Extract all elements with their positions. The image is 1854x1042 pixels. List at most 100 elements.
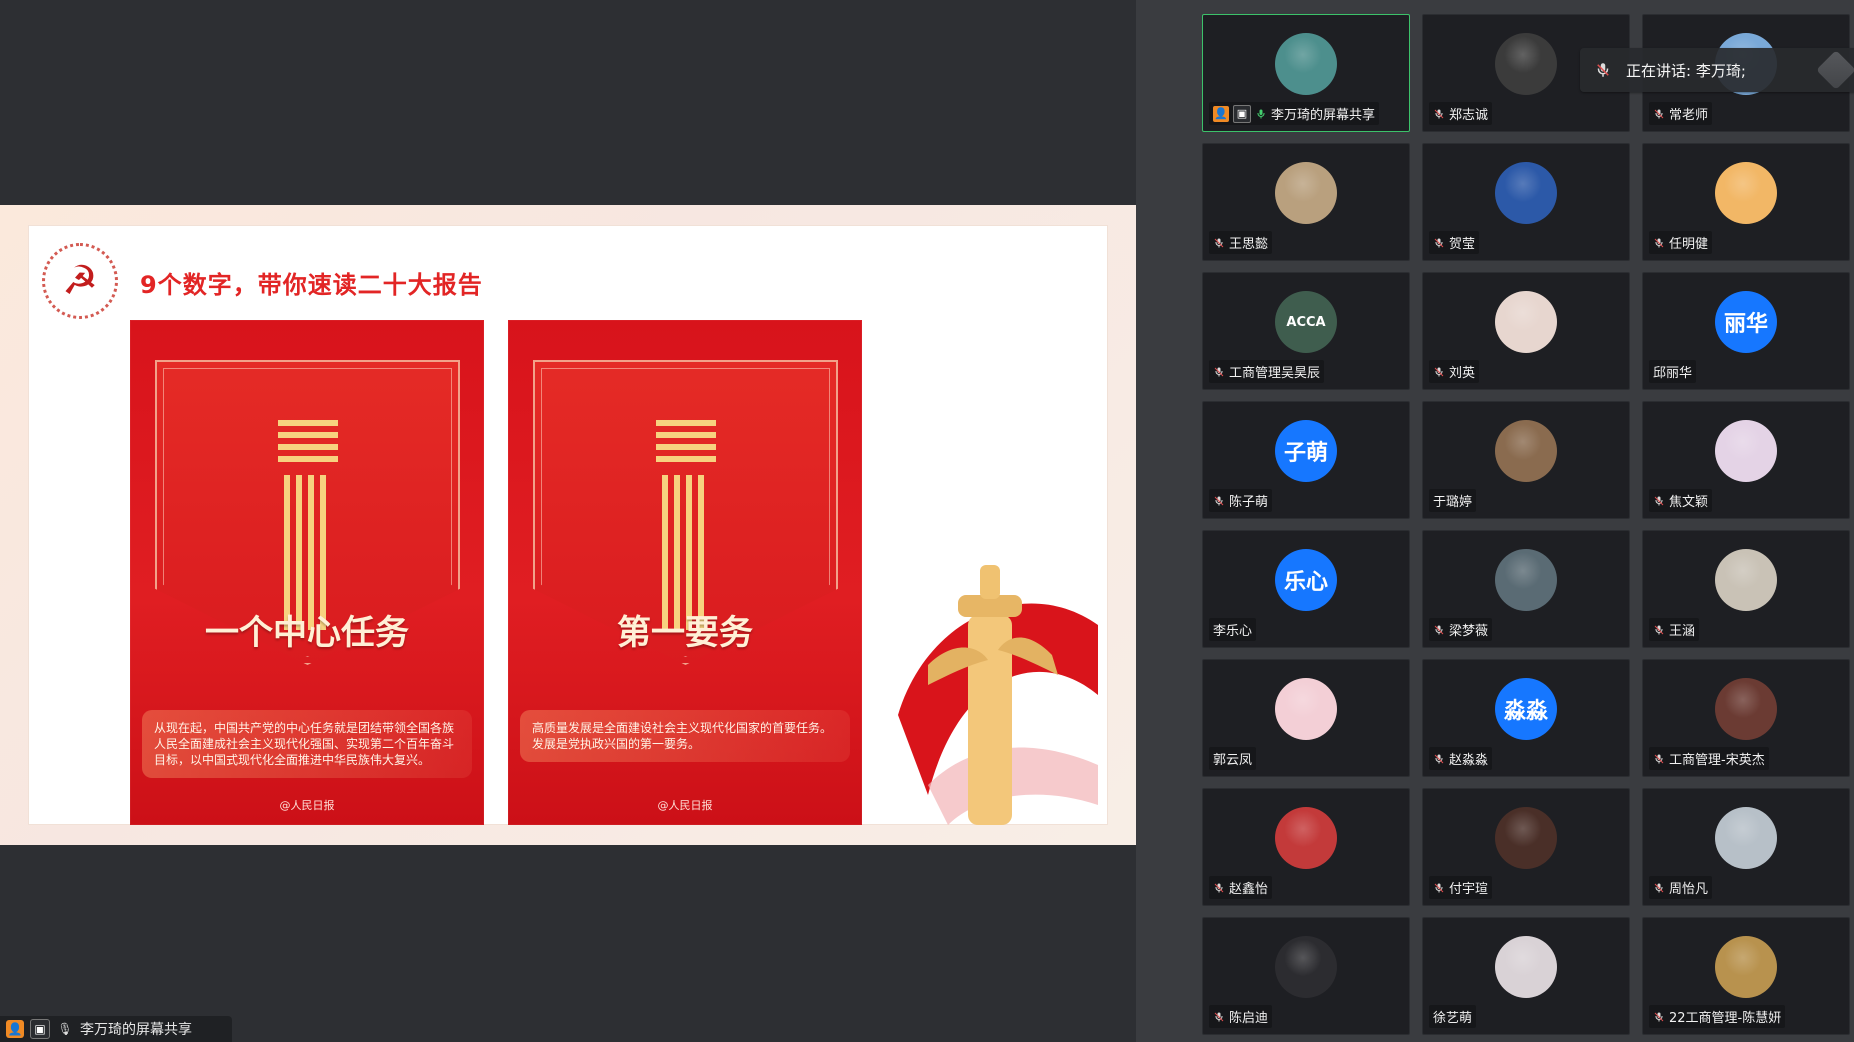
- participant-tile[interactable]: 焦文颖: [1642, 401, 1850, 519]
- poster-description: 高质量发展是全面建设社会主义现代化国家的首要任务。发展是党执政兴国的第一要务。: [520, 710, 850, 762]
- participant-name: 付宇瑄: [1449, 882, 1489, 897]
- participant-name: 郭云凤: [1213, 753, 1253, 768]
- microphone-muted-icon: [1433, 752, 1445, 766]
- participant-tile[interactable]: 陈启迪: [1202, 917, 1410, 1035]
- participant-name: 梁梦薇: [1449, 624, 1489, 639]
- shared-slide-frame: ☭ 9个数字，带你速读二十大报告 一个中心任务 从现在起，中国共产党的中心任务就…: [0, 205, 1136, 845]
- microphone-muted-icon: [1653, 494, 1665, 508]
- participant-name-bar: 陈子萌: [1209, 489, 1273, 512]
- poster-caption: 第一要务: [617, 613, 753, 653]
- speaking-indicator: 正在讲话: 李万琦;: [1580, 48, 1854, 92]
- participant-avatar: ACCA: [1275, 291, 1337, 353]
- participant-name-bar: 郭云凤: [1209, 747, 1257, 770]
- participant-tile[interactable]: 丽华邱丽华: [1642, 272, 1850, 390]
- participant-name-bar: 于璐婷: [1429, 489, 1477, 512]
- participant-name: 工商管理-宋英杰: [1669, 753, 1765, 768]
- participant-avatar: [1275, 807, 1337, 869]
- participant-name-bar: 周怡凡: [1649, 876, 1713, 899]
- participant-avatar: [1715, 162, 1777, 224]
- participant-name-bar: 22工商管理-陈慧妍: [1649, 1005, 1786, 1028]
- user-icon: 👤: [6, 1020, 24, 1038]
- participant-tile[interactable]: 乐心李乐心: [1202, 530, 1410, 648]
- participant-avatar: [1495, 33, 1557, 95]
- microphone-muted-icon: [1433, 881, 1445, 895]
- participant-name: 李乐心: [1213, 624, 1253, 639]
- screen-share-label: 李万琦的屏幕共享: [80, 1022, 192, 1038]
- poster-caption: 一个中心任务: [205, 613, 409, 653]
- participant-tile[interactable]: 王涵: [1642, 530, 1850, 648]
- microphone-muted-icon: [1433, 236, 1445, 250]
- participant-name-bar: 贺莹: [1429, 231, 1480, 254]
- microphone-muted-icon: [1590, 57, 1616, 83]
- participant-name: 贺莹: [1449, 237, 1476, 252]
- participant-avatar: [1715, 420, 1777, 482]
- participant-avatar: 丽华: [1715, 291, 1777, 353]
- participant-tile[interactable]: 淼淼 赵淼淼: [1422, 659, 1630, 777]
- participant-tile[interactable]: 梁梦薇: [1422, 530, 1630, 648]
- participants-panel: 👤 ▣ 李万琦的屏幕共享 郑志诚 常老师 王思懿 贺莹 任明健 ACCA 工商管…: [1136, 0, 1854, 1042]
- participant-avatar: 乐心: [1275, 549, 1337, 611]
- participant-tile[interactable]: 王思懿: [1202, 143, 1410, 261]
- screen-share-icon: ▣: [1233, 104, 1251, 123]
- screen-share-indicator: 👤 ▣ 🎙 李万琦的屏幕共享: [0, 1016, 232, 1042]
- participant-name-bar: 任明健: [1649, 231, 1713, 254]
- participant-tile[interactable]: 子萌 陈子萌: [1202, 401, 1410, 519]
- number-one-mark-icon: [655, 420, 716, 630]
- participant-tile[interactable]: ACCA 工商管理吴昊辰: [1202, 272, 1410, 390]
- participant-avatar: [1275, 33, 1337, 95]
- participant-name: 邱丽华: [1653, 366, 1693, 381]
- microphone-muted-icon: [1653, 236, 1665, 250]
- participant-avatar: [1715, 678, 1777, 740]
- poster-description: 从现在起，中国共产党的中心任务就是团结带领全国各族人民全面建成社会主义现代化强国…: [142, 710, 472, 778]
- poster-1: 一个中心任务 从现在起，中国共产党的中心任务就是团结带领全国各族人民全面建成社会…: [130, 320, 484, 825]
- participant-name-bar: 赵鑫怡: [1209, 876, 1273, 899]
- participant-avatar: [1715, 936, 1777, 998]
- huabiao-pillar-icon: [898, 565, 1098, 825]
- party-emblem-icon: ☭: [42, 243, 118, 319]
- participant-avatar: [1715, 549, 1777, 611]
- microphone-icon: [1255, 107, 1267, 121]
- participant-name-bar: 李乐心: [1209, 618, 1257, 641]
- participant-tile[interactable]: 👤 ▣ 李万琦的屏幕共享: [1202, 14, 1410, 132]
- microphone-muted-icon: [1213, 494, 1225, 508]
- participant-name: 于璐婷: [1433, 495, 1473, 510]
- participant-name-bar: 郑志诚: [1429, 102, 1493, 125]
- participant-avatar: [1495, 549, 1557, 611]
- participant-tile[interactable]: 赵鑫怡: [1202, 788, 1410, 906]
- microphone-muted-icon: [1653, 881, 1665, 895]
- participant-name: 赵鑫怡: [1229, 882, 1269, 897]
- microphone-muted-icon: [1213, 881, 1225, 895]
- participant-tile[interactable]: 付宇瑄: [1422, 788, 1630, 906]
- participant-tile[interactable]: 于璐婷: [1422, 401, 1630, 519]
- participant-tile[interactable]: 任明健: [1642, 143, 1850, 261]
- participant-tile[interactable]: 徐艺萌: [1422, 917, 1630, 1035]
- participant-avatar: 淼淼: [1495, 678, 1557, 740]
- participant-tile[interactable]: 22工商管理-陈慧妍: [1642, 917, 1850, 1035]
- microphone-muted-icon: [1213, 1010, 1225, 1024]
- participant-name: 李万琦的屏幕共享: [1271, 108, 1376, 123]
- participant-tile[interactable]: 工商管理-宋英杰: [1642, 659, 1850, 777]
- participant-name: 郑志诚: [1449, 108, 1489, 123]
- participant-avatar: [1495, 291, 1557, 353]
- collapse-icon[interactable]: [1816, 50, 1854, 90]
- participant-tile[interactable]: 贺莹: [1422, 143, 1630, 261]
- poster-2: 第一要务 高质量发展是全面建设社会主义现代化国家的首要任务。发展是党执政兴国的第…: [508, 320, 862, 825]
- speaking-indicator-text: 正在讲话: 李万琦;: [1626, 61, 1746, 80]
- participant-tile[interactable]: 周怡凡: [1642, 788, 1850, 906]
- microphone-muted-icon: [1653, 1010, 1665, 1024]
- microphone-icon: 🎙: [57, 1022, 73, 1036]
- poster-footer: @人民日报: [279, 799, 335, 812]
- participant-tile[interactable]: 刘英: [1422, 272, 1630, 390]
- participant-avatar: [1275, 678, 1337, 740]
- participant-name-bar: 工商管理吴昊辰: [1209, 360, 1325, 383]
- participant-avatar: [1495, 807, 1557, 869]
- participant-name-bar: 工商管理-宋英杰: [1649, 747, 1769, 770]
- participant-name: 周怡凡: [1669, 882, 1709, 897]
- participant-name: 王思懿: [1229, 237, 1269, 252]
- microphone-muted-icon: [1433, 107, 1445, 121]
- participant-name-bar: 邱丽华: [1649, 360, 1697, 383]
- participant-avatar: [1275, 936, 1337, 998]
- slide-title: 9个数字，带你速读二十大报告: [140, 271, 483, 299]
- participant-name-bar: 焦文颖: [1649, 489, 1713, 512]
- participant-tile[interactable]: 郭云凤: [1202, 659, 1410, 777]
